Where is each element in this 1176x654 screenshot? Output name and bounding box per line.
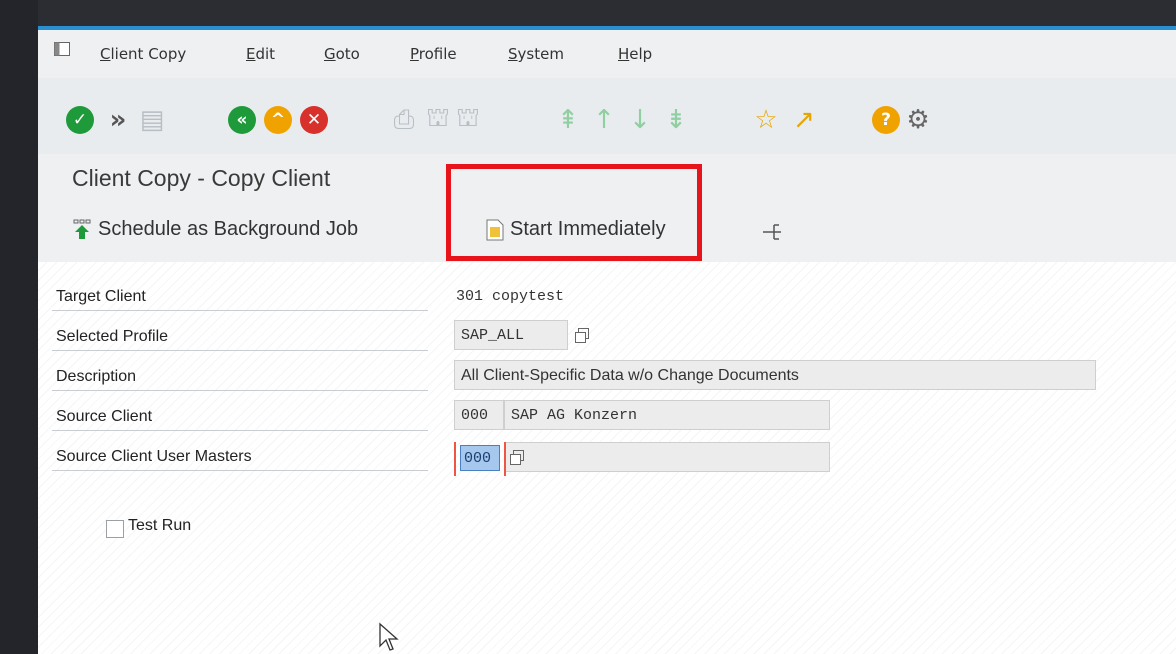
schedule-background-job-button[interactable]: Schedule as Background Job <box>72 218 358 241</box>
cancel-icon[interactable]: ✕ <box>300 106 328 134</box>
selected-profile-help-icon[interactable] <box>573 326 591 344</box>
target-client-value: 301 copytest <box>456 288 565 305</box>
selected-profile-field[interactable]: SAP_ALL <box>454 320 568 350</box>
help-icon[interactable]: ? <box>872 106 900 134</box>
menu-profile[interactable]: Profile <box>410 45 457 63</box>
screen-left-frame <box>0 0 38 654</box>
description-field: All Client-Specific Data w/o Change Docu… <box>454 360 1096 390</box>
standard-toolbar: ✓ » ▤ « ^ ✕ ⎙ ⛫ ⛫ ⇞ ↑ ↓ ⇟ ☆ ↗ ? ⚙ <box>38 78 1176 154</box>
save-icon[interactable]: ▤ <box>138 105 166 135</box>
test-run-label: Test Run <box>128 517 192 534</box>
menu-edit[interactable]: Edit <box>246 45 275 63</box>
description-label: Description <box>52 364 428 391</box>
first-page-icon[interactable]: ⇞ <box>554 105 582 135</box>
menu-help[interactable]: Help <box>618 45 652 63</box>
source-client-label: Source Client <box>52 404 428 431</box>
print-icon[interactable]: ⎙ <box>390 105 418 135</box>
background-job-icon <box>73 219 91 239</box>
expand-toolbar-icon[interactable] <box>762 222 782 242</box>
selected-profile-value: SAP_ALL <box>461 327 525 344</box>
menu-system[interactable]: System <box>508 45 564 63</box>
test-run-checkbox[interactable] <box>106 520 124 538</box>
settings-icon[interactable]: ⚙ <box>904 105 932 135</box>
menu-toggle-icon[interactable] <box>54 42 70 56</box>
next-page-icon[interactable]: ↓ <box>626 105 654 135</box>
menu-goto[interactable]: Goto <box>324 45 360 63</box>
source-user-masters-input[interactable]: 000 <box>460 445 500 471</box>
create-session-icon[interactable]: ☆ <box>752 105 780 135</box>
copy-client-form: Target Client 301 copytest Selected Prof… <box>38 262 1176 654</box>
fast-forward-icon[interactable]: » <box>104 105 132 135</box>
shortcut-icon[interactable]: ↗ <box>790 105 818 135</box>
source-user-masters-help-icon[interactable] <box>508 448 526 466</box>
source-client-name-field: SAP AG Konzern <box>504 400 830 430</box>
last-page-icon[interactable]: ⇟ <box>662 105 690 135</box>
enter-check-icon[interactable]: ✓ <box>66 106 94 134</box>
highlight-annotation-box <box>446 164 702 261</box>
previous-page-icon[interactable]: ↑ <box>590 105 618 135</box>
find-next-icon[interactable]: ⛫ <box>454 103 482 134</box>
source-client-field[interactable]: 000 <box>454 400 504 430</box>
exit-icon[interactable]: ^ <box>264 106 292 134</box>
find-icon[interactable]: ⛫ <box>424 103 452 134</box>
target-client-label: Target Client <box>52 284 428 311</box>
back-icon[interactable]: « <box>228 106 256 134</box>
menu-bar: Client Copy Edit Goto Profile System Hel… <box>38 30 1176 78</box>
sap-window: Client Copy Edit Goto Profile System Hel… <box>38 30 1176 654</box>
selected-profile-label: Selected Profile <box>52 324 428 351</box>
menu-client-copy[interactable]: Client Copy <box>100 45 186 63</box>
mouse-cursor-icon <box>379 622 399 651</box>
schedule-background-job-label: Schedule as Background Job <box>98 218 359 240</box>
source-user-masters-desc-field <box>504 442 830 472</box>
source-client-user-masters-label: Source Client User Masters <box>52 444 428 471</box>
page-title: Client Copy - Copy Client <box>72 165 331 191</box>
screen-top-frame <box>0 0 1176 26</box>
